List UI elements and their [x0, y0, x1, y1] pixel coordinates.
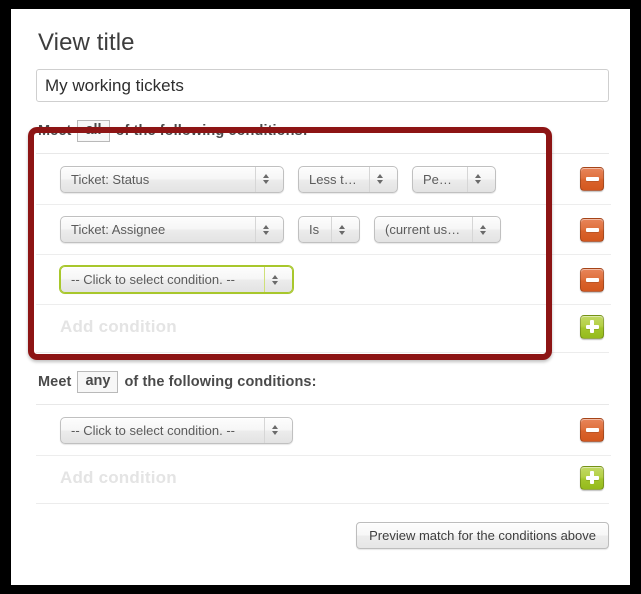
chevron-updown-icon	[472, 217, 492, 242]
chevron-updown-icon	[255, 217, 275, 242]
meet-line-any: Meet any of the following conditions:	[36, 370, 611, 394]
condition-row: Ticket: Assignee Is (current user)	[36, 204, 611, 254]
view-editor-card: View title Meet all of the following con…	[11, 9, 630, 585]
footer-divider	[36, 503, 609, 504]
meet-suffix-label: of the following conditions:	[124, 374, 317, 390]
condition-operator-select[interactable]: Less than	[298, 165, 398, 193]
condition-operator-value: Less than	[309, 171, 366, 187]
condition-field-value: -- Click to select condition. --	[71, 272, 235, 287]
condition-value-select[interactable]: Pending	[412, 165, 496, 193]
remove-condition-button[interactable]	[580, 217, 604, 242]
condition-operator-value: Is	[309, 222, 320, 237]
add-condition-button[interactable]	[580, 314, 604, 339]
condition-row: -- Click to select condition. --	[36, 405, 611, 455]
meet-prefix-label: Meet	[38, 374, 72, 390]
chevron-updown-icon	[331, 217, 351, 242]
remove-condition-button[interactable]	[580, 267, 604, 292]
remove-condition-button[interactable]	[580, 167, 604, 191]
add-condition-row[interactable]: Add condition	[36, 304, 611, 348]
view-editor-content: View title Meet all of the following con…	[36, 29, 611, 549]
minus-icon	[585, 227, 599, 232]
minus-icon	[585, 428, 599, 432]
screenshot-root: View title Meet all of the following con…	[0, 0, 641, 594]
match-operator-any[interactable]: any	[77, 371, 119, 393]
chevron-updown-icon	[255, 166, 275, 192]
minus-icon	[585, 177, 599, 181]
condition-field-select[interactable]: Ticket: Status	[60, 165, 284, 193]
condition-field-value: Ticket: Assignee	[71, 222, 166, 237]
condition-value-value: Pending	[423, 171, 467, 187]
meet-suffix-label: of the following conditions:	[115, 123, 308, 139]
condition-field-select[interactable]: Ticket: Assignee	[60, 216, 284, 243]
condition-operator-select[interactable]: Is	[298, 216, 360, 243]
page-title: View title	[38, 29, 135, 56]
add-condition-row[interactable]: Add condition	[36, 455, 611, 499]
minus-icon	[585, 277, 599, 282]
chevron-updown-icon	[467, 166, 487, 192]
condition-value-select[interactable]: (current user)	[374, 216, 501, 243]
add-condition-link[interactable]: Add condition	[60, 468, 177, 488]
footer-actions: Preview match for the conditions above	[36, 522, 609, 549]
plus-icon-vertical	[590, 320, 594, 333]
add-condition-link[interactable]: Add condition	[60, 317, 177, 337]
chevron-updown-icon	[264, 267, 284, 292]
meet-line-all: Meet all of the following conditions:	[36, 119, 611, 143]
chevron-updown-icon	[264, 417, 284, 443]
add-condition-button[interactable]	[580, 465, 604, 490]
preview-match-button[interactable]: Preview match for the conditions above	[356, 522, 609, 549]
condition-row: -- Click to select condition. --	[36, 254, 611, 304]
condition-field-value: Ticket: Status	[71, 171, 150, 187]
match-operator-all[interactable]: all	[77, 120, 110, 142]
condition-field-value: -- Click to select condition. --	[71, 422, 235, 438]
view-title-input[interactable]	[36, 69, 609, 102]
plus-icon-vertical	[590, 471, 594, 484]
remove-condition-button[interactable]	[580, 418, 604, 442]
section-divider	[36, 352, 609, 353]
condition-value-value: (current user)	[385, 222, 464, 237]
condition-row: Ticket: Status Less than Pending	[36, 154, 611, 204]
meet-prefix-label: Meet	[38, 123, 72, 139]
conditions-section-any: Meet any of the following conditions: --…	[36, 370, 611, 499]
condition-field-select[interactable]: -- Click to select condition. --	[60, 416, 293, 444]
conditions-section-all: Meet all of the following conditions: Ti…	[36, 119, 611, 348]
condition-field-select[interactable]: -- Click to select condition. --	[60, 266, 293, 293]
chevron-updown-icon	[369, 166, 389, 192]
